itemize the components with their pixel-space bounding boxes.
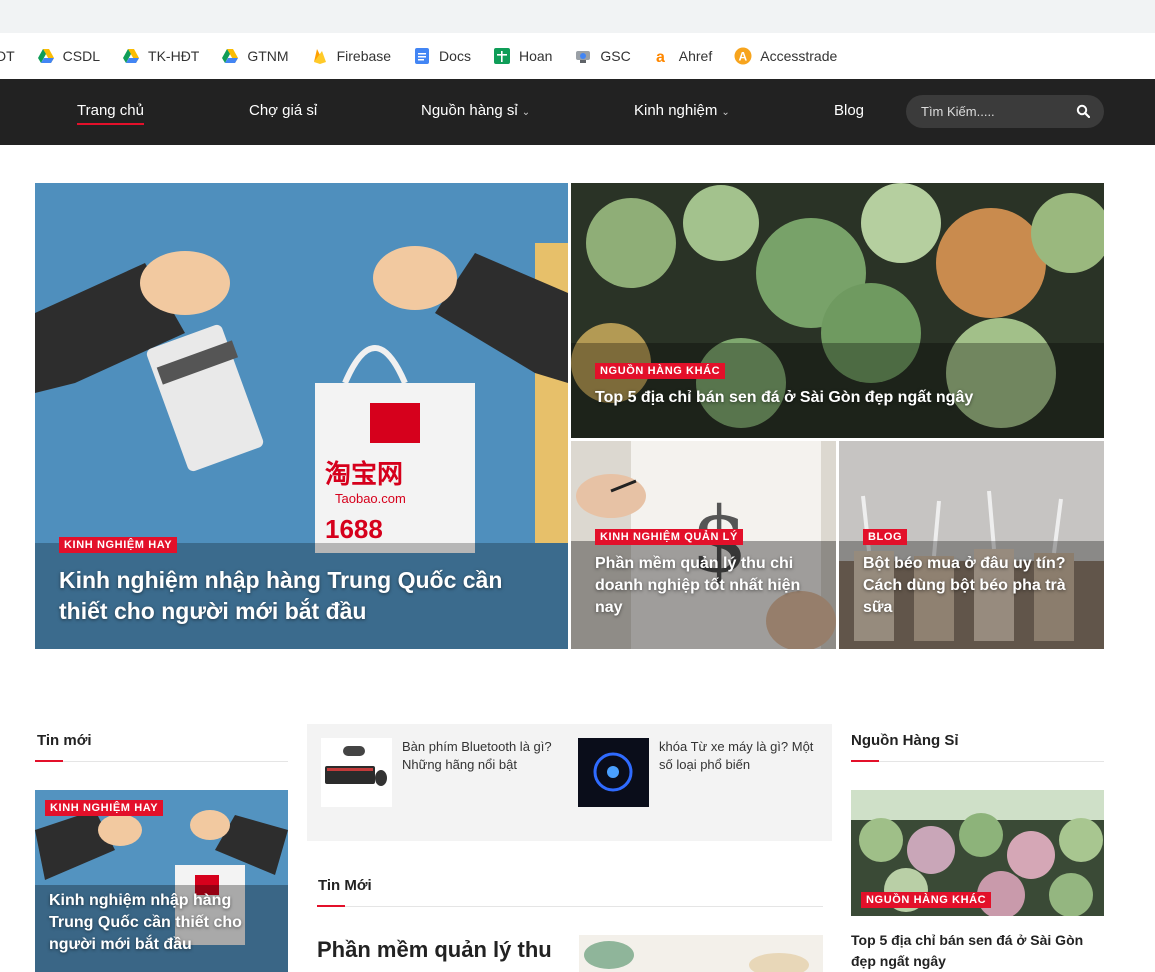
- mini-post[interactable]: Bàn phím Bluetooth là gì? Những hãng nổi…: [321, 738, 561, 807]
- chevron-down-icon: ⌄: [521, 107, 531, 118]
- bookmark-label: Docs: [439, 48, 471, 64]
- motorbike-lock-image: [578, 738, 649, 807]
- nav-label: Blog: [834, 102, 865, 119]
- bookmark-gtnm[interactable]: GTNM: [221, 47, 289, 65]
- bookmark-gsc[interactable]: GSC: [574, 47, 631, 65]
- nav-label: Trang chủ: [77, 102, 144, 119]
- hero-top-right-article[interactable]: NGUỒN HÀNG KHÁC Top 5 địa chỉ bán sen đá…: [571, 183, 1104, 438]
- bookmark-label: TK-HĐT: [148, 48, 200, 64]
- drive-icon: [123, 49, 140, 63]
- hero-main-article[interactable]: 淘宝网 Taobao.com 1688 KINH NGHIỆM HAY Kinh…: [35, 183, 568, 649]
- bookmark-label: CSDL: [62, 48, 101, 64]
- ahrefs-icon: a: [654, 48, 669, 65]
- keyboard-thumbnail: [321, 738, 392, 807]
- nav-label: Nguồn hàng sỉ: [421, 102, 518, 119]
- bookmark-label: Firebase: [336, 48, 392, 64]
- article-title[interactable]: Kinh nghiệm nhập hàng Trung Quốc cần thi…: [59, 565, 544, 627]
- bookmark-tk-hdt[interactable]: TK-HĐT: [122, 47, 199, 65]
- bookmark-label: DT: [0, 48, 15, 64]
- svg-text:淘宝网: 淘宝网: [325, 459, 403, 489]
- sheets-icon: [493, 48, 510, 64]
- bookmark-hoan[interactable]: Hoan: [493, 47, 552, 65]
- hero-bottom-left-article[interactable]: $ KINH NGHIỆM QUẢN LÝ Phần mềm quản lý t…: [571, 441, 836, 649]
- article-image: [579, 935, 823, 972]
- main-nav: Trang chủ Chợ giá sỉ Nguồn hàng sỉ ⌄ Kinh…: [0, 79, 1155, 145]
- bookmark-dt[interactable]: DT: [0, 48, 15, 64]
- article-title[interactable]: Bột béo mua ở đâu uy tín? Cách dùng bột …: [863, 553, 1080, 619]
- accesstrade-icon: A: [734, 47, 752, 65]
- mini-post-title[interactable]: khóa Từ xe máy là gì? Một số loại phổ bi…: [659, 738, 818, 807]
- hero-bottom-left-caption: KINH NGHIỆM QUẢN LÝ Phần mềm quản lý thu…: [595, 527, 812, 619]
- hero-main-caption: KINH NGHIỆM HAY Kinh nghiệm nhập hàng Tr…: [59, 535, 544, 627]
- nav-label: Kinh nghiệm: [634, 102, 718, 119]
- nav-item-wholesale-market[interactable]: Chợ giá sỉ: [249, 79, 317, 145]
- article-title[interactable]: Top 5 địa chỉ bán sen đá ở Sài Gòn đẹp n…: [851, 930, 1106, 972]
- article-title[interactable]: Top 5 địa chỉ bán sen đá ở Sài Gòn đẹp n…: [595, 387, 1080, 409]
- gsc-icon: [576, 51, 591, 63]
- hero-top-right-caption: NGUỒN HÀNG KHÁC Top 5 địa chỉ bán sen đá…: [595, 361, 1080, 409]
- section-divider: [851, 760, 1104, 762]
- category-badge[interactable]: NGUỒN HÀNG KHÁC: [861, 892, 992, 908]
- bookmark-label: Accesstrade: [760, 48, 838, 64]
- category-badge[interactable]: KINH NGHIỆM HAY: [59, 537, 178, 553]
- bookmark-docs[interactable]: Docs: [413, 47, 471, 65]
- hero-bottom-right-caption: BLOG Bột béo mua ở đâu uy tín? Cách dùng…: [863, 527, 1080, 619]
- bookmark-label: Hoan: [518, 48, 553, 64]
- chevron-down-icon: ⌄: [721, 107, 730, 118]
- bookmark-ahref[interactable]: a Ahref: [653, 47, 712, 65]
- search-icon[interactable]: [1076, 104, 1090, 118]
- motorbike-lock-thumbnail: [578, 738, 649, 807]
- section-title-news: Tin Mới: [318, 877, 372, 894]
- svg-text:A: A: [739, 50, 748, 64]
- bookmark-label: Ahref: [678, 48, 713, 64]
- search-box: [906, 95, 1104, 128]
- svg-text:Taobao.com: Taobao.com: [335, 491, 406, 506]
- section-title-latest: Tin mới: [37, 732, 92, 749]
- mini-post-title[interactable]: Bàn phím Bluetooth là gì? Những hãng nổi…: [402, 738, 561, 807]
- category-badge[interactable]: KINH NGHIỆM QUẢN LÝ: [595, 529, 743, 545]
- category-badge[interactable]: NGUỒN HÀNG KHÁC: [595, 363, 726, 379]
- drive-icon: [37, 49, 54, 63]
- bookmark-firebase[interactable]: Firebase: [311, 47, 391, 65]
- hero-bottom-right-article[interactable]: BLOG Bột béo mua ở đâu uy tín? Cách dùng…: [839, 441, 1104, 649]
- featured-posts-box: Bàn phím Bluetooth là gì? Những hãng nổi…: [307, 724, 832, 841]
- article-title[interactable]: Phần mềm quản lý thu chi doanh nghiệp tố…: [595, 553, 812, 619]
- section-divider: [35, 760, 288, 762]
- docs-icon: [415, 48, 430, 64]
- bookmark-csdl[interactable]: CSDL: [37, 47, 100, 65]
- nav-item-home[interactable]: Trang chủ: [77, 79, 144, 145]
- browser-tab-strip: [0, 0, 1155, 33]
- article-title[interactable]: Kinh nghiệm nhập hàng Trung Quốc cần thi…: [49, 890, 279, 956]
- bookmark-label: GSC: [600, 48, 631, 64]
- wholesale-article-card[interactable]: NGUỒN HÀNG KHÁC: [851, 790, 1104, 916]
- section-divider: [317, 905, 823, 907]
- bookmarks-bar: DT CSDL TK-HĐT GTNM Firebase Docs Hoan G…: [0, 33, 1155, 79]
- nav-label: Chợ giá sỉ: [249, 102, 318, 119]
- search-input[interactable]: [906, 95, 1071, 128]
- category-badge[interactable]: BLOG: [863, 529, 908, 545]
- bookmark-label: GTNM: [247, 48, 289, 64]
- svg-text:a: a: [656, 49, 665, 65]
- firebase-icon: [313, 49, 326, 64]
- nav-item-experience[interactable]: Kinh nghiệm ⌄: [634, 79, 730, 145]
- latest-article-card[interactable]: KINH NGHIỆM HAY Kinh nghiệm nhập hàng Tr…: [35, 790, 288, 972]
- nav-item-blog[interactable]: Blog: [834, 79, 864, 145]
- nav-item-wholesale-sources[interactable]: Nguồn hàng sỉ ⌄: [421, 79, 530, 145]
- mini-post[interactable]: khóa Từ xe máy là gì? Một số loại phổ bi…: [578, 738, 818, 807]
- bookmark-accesstrade[interactable]: A Accesstrade: [734, 47, 837, 65]
- article-thumbnail[interactable]: [579, 935, 823, 972]
- drive-icon: [222, 49, 239, 63]
- keyboard-image: [321, 738, 392, 807]
- section-title-wholesale: Nguồn Hàng Sỉ: [851, 732, 959, 749]
- category-badge[interactable]: KINH NGHIỆM HAY: [45, 800, 164, 816]
- article-title[interactable]: Phần mềm quản lý thu: [317, 936, 567, 964]
